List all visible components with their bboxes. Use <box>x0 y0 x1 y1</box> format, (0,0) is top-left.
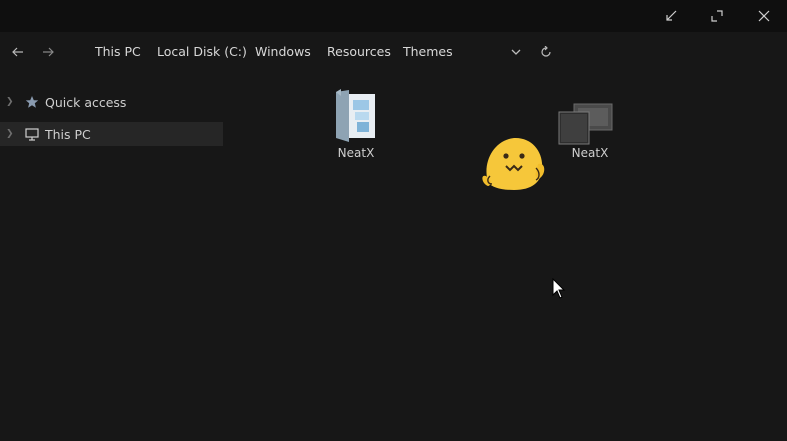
maximize-button[interactable] <box>694 0 740 32</box>
file-label: NeatX <box>571 146 609 160</box>
arrow-left-icon <box>12 47 23 57</box>
monitor-icon <box>24 126 40 142</box>
sidebar-item-label: This PC <box>45 126 91 142</box>
chevron-right-icon[interactable]: ❯ <box>6 97 14 107</box>
forward-button[interactable] <box>37 42 59 62</box>
breadcrumb-themes[interactable]: Themes <box>403 44 453 59</box>
folder-with-images-icon <box>336 89 375 142</box>
maximize-icon <box>711 10 723 22</box>
close-icon <box>758 10 770 22</box>
navigation-pane: ❯ Quick access ❯ This PC <box>0 84 223 441</box>
mouse-cursor-icon <box>552 278 566 299</box>
theme-file-icon <box>558 103 613 145</box>
file-item-neatx-theme[interactable]: NeatX <box>555 86 625 162</box>
back-button[interactable] <box>7 42 29 62</box>
mascot-sticker <box>480 134 550 196</box>
sidebar-item-label: Quick access <box>45 94 127 110</box>
chevron-right-icon[interactable]: ❯ <box>6 129 14 139</box>
sidebar-item-this-pc[interactable]: ❯ This PC <box>0 122 223 146</box>
breadcrumb-resources[interactable]: Resources <box>327 44 391 59</box>
refresh-icon <box>541 46 551 57</box>
sidebar-item-quick-access[interactable]: ❯ Quick access <box>0 90 223 114</box>
arrow-right-icon <box>43 47 54 57</box>
breadcrumb-local-disk[interactable]: Local Disk (C:) <box>157 44 247 59</box>
breadcrumb-this-pc[interactable]: This PC <box>95 44 141 59</box>
star-icon <box>24 94 40 110</box>
restore-down-icon <box>666 10 677 21</box>
breadcrumb-windows[interactable]: Windows <box>255 44 311 59</box>
history-dropdown-button[interactable] <box>505 42 527 62</box>
title-bar <box>0 0 787 32</box>
close-button[interactable] <box>741 0 787 32</box>
chevron-down-icon <box>511 49 521 55</box>
blob-face-icon <box>482 137 545 190</box>
address-bar: This PC Local Disk (C:) Windows Resource… <box>0 32 787 72</box>
file-label: NeatX <box>337 146 375 160</box>
refresh-button[interactable] <box>535 42 557 62</box>
restore-down-button[interactable] <box>648 0 694 32</box>
file-item-neatx-folder[interactable]: NeatX <box>321 86 391 162</box>
